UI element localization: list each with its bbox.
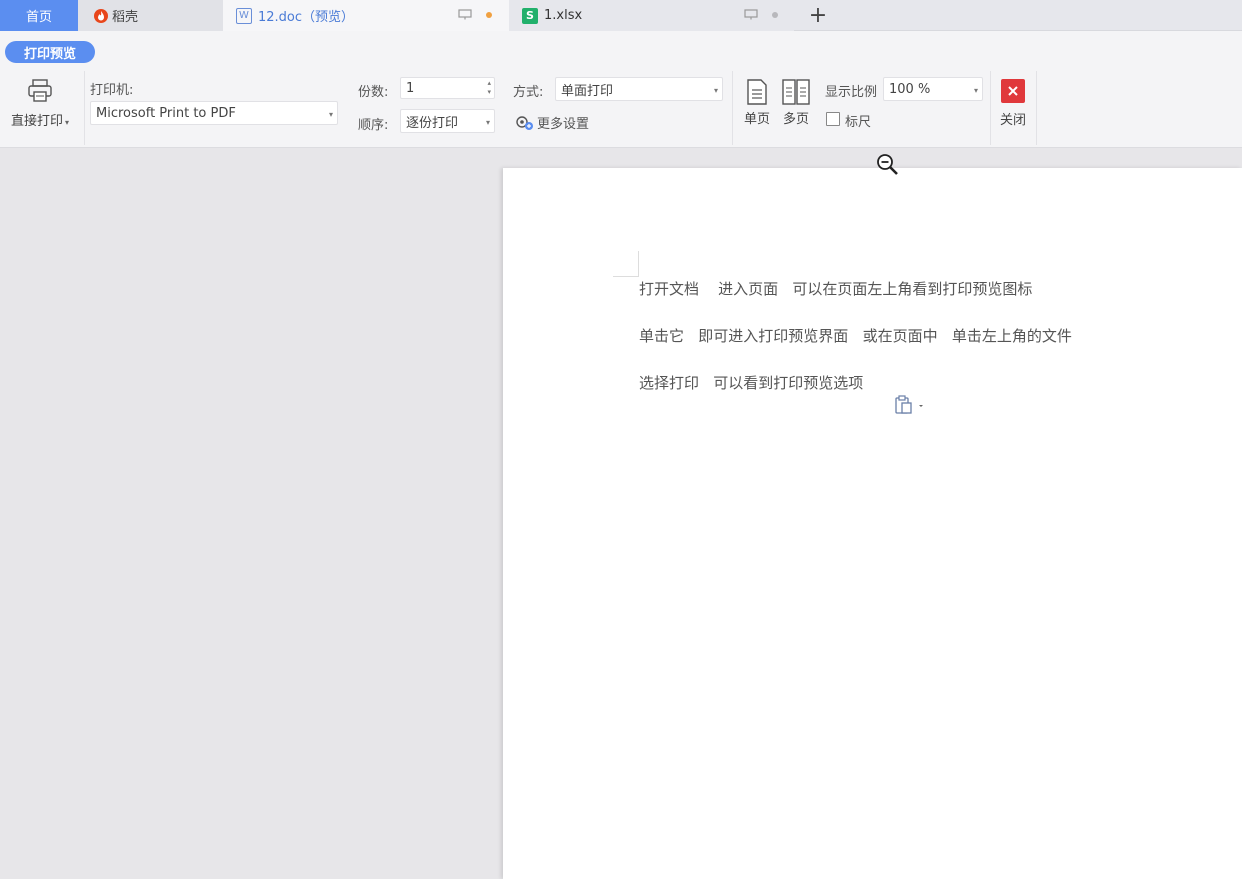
copies-value: 1 (406, 80, 415, 96)
direct-print-button[interactable]: 直接打印 ▾ (6, 78, 74, 129)
print-preview-tab[interactable]: 打印预览 (5, 41, 95, 63)
method-value: 单面打印 (561, 83, 614, 99)
close-icon (1001, 79, 1025, 103)
chevron-down-icon: ▾ (485, 118, 490, 127)
tab-doc-preview[interactable]: W 12.doc（预览） (223, 0, 509, 31)
printer-label: 打印机: (90, 83, 134, 98)
page-margin-corner (613, 251, 639, 277)
dropdown-arrow-icon[interactable]: ▾ (65, 118, 69, 127)
preview-page: 打开文档 进入页面 可以在页面左上角看到打印预览图标 单击它 即可进入打印预览界… (503, 168, 1242, 879)
group-divider (990, 71, 991, 145)
group-divider (1036, 71, 1037, 145)
group-divider (732, 71, 733, 145)
spinner-arrows-icon[interactable]: ▴ ▾ (487, 79, 491, 97)
tab-bar: 首页 稻壳 W 12.doc（预览） S 1.xlsx + (0, 0, 1242, 31)
ruler-label: 标尺 (845, 115, 872, 130)
method-select[interactable]: 单面打印 ▾ (555, 77, 723, 101)
word-doc-icon: W (236, 7, 252, 24)
chevron-down-icon: ▾ (328, 110, 333, 119)
more-settings-button[interactable]: 更多设置 (515, 113, 589, 132)
tab-daoke-label: 稻壳 (112, 10, 139, 25)
copies-stepper[interactable]: 1 ▴ ▾ (400, 77, 495, 99)
chevron-down-icon: ▾ (973, 86, 978, 95)
paste-options-icon[interactable] (894, 395, 930, 415)
tab-xlsx-label: 1.xlsx (544, 8, 583, 23)
monitor-icon[interactable] (458, 9, 472, 20)
tab-status-dot-icon[interactable] (772, 12, 778, 18)
direct-print-label: 直接打印 (10, 114, 63, 129)
unsaved-dot-icon[interactable] (486, 12, 492, 18)
single-page-label: 单页 (743, 112, 770, 127)
single-page-button[interactable]: 单页 (741, 78, 773, 127)
method-label: 方式: (513, 85, 544, 100)
multi-page-label: 多页 (782, 112, 809, 127)
multi-page-icon (782, 79, 810, 105)
doc-line-3: 选择打印 可以看到打印预览选项 (639, 374, 864, 392)
tab-daoke[interactable]: 稻壳 (78, 0, 223, 31)
doc-line-2: 单击它 即可进入打印预览界面 或在页面中 单击左上角的文件 (639, 327, 1072, 345)
zoom-select[interactable]: 100 % ▾ (883, 77, 983, 101)
tab-doc-label: 12.doc（预览） (258, 10, 355, 25)
order-label: 顺序: (358, 118, 389, 133)
print-preview-ribbon: 打印预览 直接打印 ▾ 打印机: Microsoft Print to PDF ▾… (0, 31, 1242, 148)
order-select[interactable]: 逐份打印 ▾ (400, 109, 495, 133)
spreadsheet-icon: S (522, 7, 538, 24)
group-divider (84, 71, 85, 145)
doc-line-1: 打开文档 进入页面 可以在页面左上角看到打印预览图标 (639, 280, 1033, 298)
printer-value: Microsoft Print to PDF (96, 105, 236, 121)
tab-home-label: 首页 (25, 10, 52, 25)
single-page-icon (747, 79, 767, 105)
monitor-icon[interactable] (744, 9, 758, 20)
zoom-value: 100 % (889, 81, 931, 97)
chevron-down-icon: ▾ (713, 86, 718, 95)
tab-home[interactable]: 首页 (0, 0, 78, 31)
settings-icon (516, 115, 533, 130)
order-value: 逐份打印 (406, 115, 459, 131)
multi-page-button[interactable]: 多页 (779, 78, 813, 127)
more-settings-label: 更多设置 (537, 117, 590, 132)
ruler-checkbox[interactable] (826, 112, 840, 126)
new-tab-button[interactable]: + (806, 0, 830, 31)
close-preview-button[interactable]: 关闭 (997, 79, 1029, 128)
preview-workspace: 打开文档 进入页面 可以在页面左上角看到打印预览图标 单击它 即可进入打印预览界… (0, 148, 1242, 879)
zoom-out-cursor-icon (877, 154, 898, 175)
tab-xlsx[interactable]: S 1.xlsx (509, 0, 794, 31)
printer-icon (28, 79, 52, 102)
close-label: 关闭 (999, 113, 1026, 128)
copies-label: 份数: (358, 85, 389, 100)
daoke-flame-icon (94, 8, 108, 23)
printer-select[interactable]: Microsoft Print to PDF ▾ (90, 101, 338, 125)
zoom-label: 显示比例 (825, 85, 878, 100)
